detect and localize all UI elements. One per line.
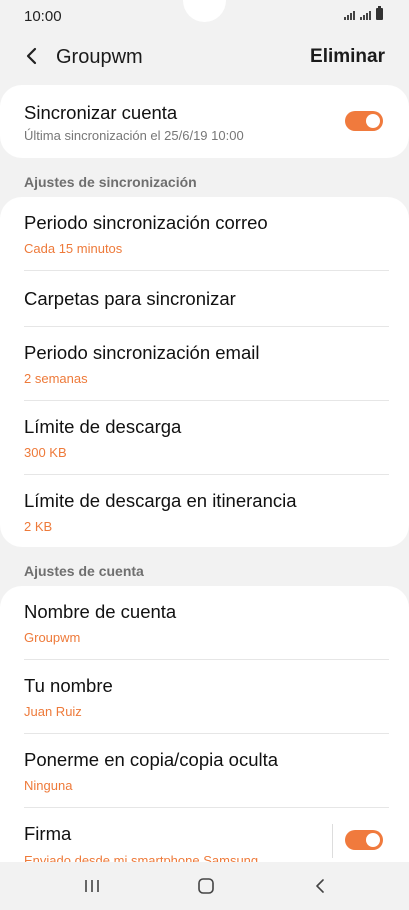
- list-item-sync-period-email[interactable]: Periodo sincronización email 2 semanas: [0, 327, 409, 401]
- section-title-account: Ajustes de cuenta: [24, 563, 144, 579]
- item-label: Periodo sincronización email: [24, 342, 260, 363]
- item-label: Límite de descarga: [24, 416, 182, 437]
- list-item-download-limit[interactable]: Límite de descarga 300 KB: [0, 401, 409, 475]
- item-value: Cada 15 minutos: [24, 241, 123, 256]
- item-value: Juan Ruiz: [24, 704, 82, 719]
- list-item-sync-period-mail[interactable]: Periodo sincronización correo Cada 15 mi…: [0, 197, 409, 271]
- navigation-bar: [0, 862, 409, 910]
- camera-notch: [183, 0, 226, 22]
- list-item-sync-folders[interactable]: Carpetas para sincronizar: [0, 271, 409, 327]
- section-title-sync: Ajustes de sincronización: [24, 174, 197, 190]
- item-label: Nombre de cuenta: [24, 601, 177, 622]
- battery-icon: [376, 6, 383, 20]
- list-item-roaming-download-limit[interactable]: Límite de descarga en itinerancia 2 KB: [0, 475, 409, 547]
- item-value: Enviado desde mi smartphone Samsung: [24, 853, 259, 862]
- list-item-signature[interactable]: Firma Enviado desde mi smartphone Samsun…: [0, 808, 409, 862]
- item-value: 2 semanas: [24, 371, 88, 386]
- list-item-account-name[interactable]: Nombre de cuenta Groupwm: [0, 586, 409, 660]
- toggle-knob: [366, 833, 380, 847]
- recent-apps-icon[interactable]: [77, 874, 107, 898]
- sync-account-row[interactable]: Sincronizar cuenta Última sincronización…: [0, 85, 409, 158]
- vertical-divider: [332, 824, 333, 858]
- item-value: 2 KB: [24, 519, 53, 534]
- list-item-cc-bcc[interactable]: Ponerme en copia/copia oculta Ninguna: [0, 734, 409, 808]
- app-bar: Groupwm Eliminar: [0, 34, 409, 82]
- item-label: Tu nombre: [24, 675, 113, 696]
- item-value: Ninguna: [24, 778, 73, 793]
- list-item-your-name[interactable]: Tu nombre Juan Ruiz: [0, 660, 409, 734]
- account-settings-card: Nombre de cuenta Groupwm Tu nombre Juan …: [0, 586, 409, 862]
- toggle-knob: [366, 114, 380, 128]
- sync-account-card: Sincronizar cuenta Última sincronización…: [0, 85, 409, 158]
- delete-button[interactable]: Eliminar: [310, 46, 385, 68]
- status-bar: 10:00: [0, 0, 409, 34]
- signal-icon: [344, 11, 355, 20]
- back-arrow-icon[interactable]: [20, 44, 44, 68]
- back-icon[interactable]: [305, 874, 335, 898]
- sync-settings-card: Periodo sincronización correo Cada 15 mi…: [0, 197, 409, 547]
- sync-account-subtitle: Última sincronización el 25/6/19 10:00: [24, 128, 244, 143]
- item-value: Groupwm: [24, 630, 81, 645]
- item-label: Ponerme en copia/copia oculta: [24, 749, 279, 770]
- item-label: Periodo sincronización correo: [24, 212, 268, 233]
- item-label: Límite de descarga en itinerancia: [24, 490, 297, 511]
- signal-2-icon: [360, 11, 371, 20]
- signature-toggle[interactable]: [345, 830, 383, 850]
- item-value: 300 KB: [24, 445, 67, 460]
- sync-account-label: Sincronizar cuenta: [24, 102, 178, 123]
- status-icons: [344, 6, 383, 20]
- page-title: Groupwm: [56, 46, 143, 68]
- item-label: Firma: [24, 823, 72, 844]
- home-icon[interactable]: [191, 874, 221, 898]
- status-time: 10:00: [24, 8, 62, 25]
- sync-account-toggle[interactable]: [345, 111, 383, 131]
- item-label: Carpetas para sincronizar: [24, 288, 236, 309]
